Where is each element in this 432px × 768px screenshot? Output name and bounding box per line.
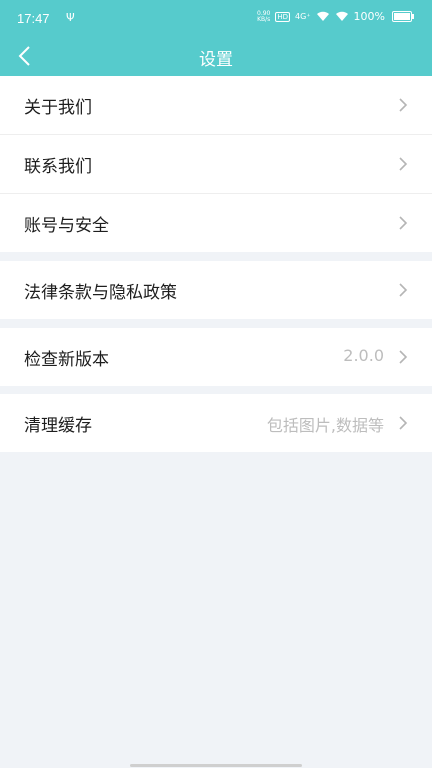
hd-icon: HD: [275, 11, 291, 22]
settings-item-label: 检查新版本: [24, 350, 109, 370]
settings-item-label: 联系我们: [24, 157, 92, 177]
settings-item-label: 法律条款与隐私政策: [24, 283, 177, 303]
network-speed: 0.90 KB/s: [257, 10, 271, 23]
settings-item-contact[interactable]: 联系我们: [0, 135, 432, 194]
battery-percent: 100%: [353, 10, 385, 23]
version-value: 2.0.0: [343, 346, 384, 365]
chevron-right-icon: [399, 283, 408, 297]
cache-hint: 包括图片,数据等: [266, 416, 384, 435]
usb-icon: Ψ: [66, 11, 75, 24]
settings-item-account-security[interactable]: 账号与安全: [0, 194, 432, 252]
signal-icon: [316, 11, 329, 21]
chevron-right-icon: [399, 216, 408, 230]
settings-group-account: 关于我们 联系我们 账号与安全: [0, 76, 432, 252]
app-header: 17:47 Ψ 0.90 KB/s HD 4G⁺ 100% 设置: [0, 0, 432, 76]
settings-item-check-update[interactable]: 检查新版本 2.0.0: [0, 328, 432, 386]
chevron-right-icon: [399, 98, 408, 112]
network-speed-unit: KB/s: [257, 15, 271, 23]
settings-item-about[interactable]: 关于我们: [0, 76, 432, 135]
settings-item-label: 关于我们: [24, 98, 92, 118]
status-bar: 17:47 Ψ 0.90 KB/s HD 4G⁺ 100%: [0, 0, 432, 38]
status-time: 17:47: [17, 11, 50, 26]
settings-group-version: 检查新版本 2.0.0: [0, 328, 432, 386]
page-title: 设置: [199, 50, 233, 70]
chevron-right-icon: [399, 350, 408, 364]
chevron-right-icon: [399, 416, 408, 430]
settings-item-legal-privacy[interactable]: 法律条款与隐私政策: [0, 261, 432, 319]
settings-item-label: 清理缓存: [24, 416, 92, 436]
wifi-icon: [335, 11, 348, 21]
chevron-right-icon: [399, 157, 408, 171]
settings-item-clear-cache[interactable]: 清理缓存 包括图片,数据等: [0, 394, 432, 452]
nav-bar: 设置: [0, 38, 432, 76]
home-indicator[interactable]: [130, 764, 302, 767]
settings-item-label: 账号与安全: [24, 216, 109, 236]
settings-group-cache: 清理缓存 包括图片,数据等: [0, 394, 432, 452]
battery-icon: [392, 11, 414, 22]
settings-group-legal: 法律条款与隐私政策: [0, 261, 432, 319]
network-type: 4G⁺: [295, 12, 311, 21]
status-right: 0.90 KB/s HD 4G⁺ 100%: [257, 10, 414, 23]
